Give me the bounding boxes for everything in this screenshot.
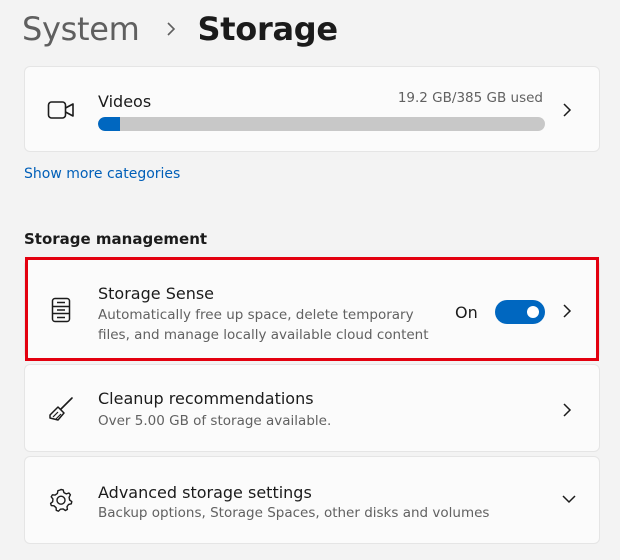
storage-sense-icon <box>47 296 75 324</box>
section-heading: Storage management <box>24 230 208 248</box>
chevron-right-icon <box>164 22 178 36</box>
cleanup-desc: Over 5.00 GB of storage available. <box>98 413 332 429</box>
storage-sense-title: Storage Sense <box>98 284 215 303</box>
storage-sense-toggle[interactable] <box>495 300 545 324</box>
videos-usage-fill <box>98 117 121 131</box>
breadcrumb-system[interactable]: System <box>22 10 140 48</box>
chevron-right-icon <box>559 102 575 118</box>
chevron-down-icon <box>561 491 577 507</box>
show-more-categories-link[interactable]: Show more categories <box>24 166 180 182</box>
page-title: Storage <box>197 10 339 48</box>
videos-usage-bar <box>98 117 545 131</box>
chevron-right-icon <box>559 303 575 319</box>
breadcrumb: System Storage <box>22 6 338 52</box>
video-camera-icon <box>47 96 75 124</box>
cleanup-recommendations-card[interactable]: Cleanup recommendations Over 5.00 GB of … <box>24 364 600 452</box>
videos-card[interactable]: Videos 19.2 GB/385 GB used <box>24 66 600 152</box>
videos-title: Videos <box>98 92 152 111</box>
storage-sense-desc-line2: files, and manage locally available clou… <box>98 327 429 343</box>
cleanup-title: Cleanup recommendations <box>98 389 314 408</box>
chevron-right-icon <box>559 402 575 418</box>
storage-sense-card[interactable]: Storage Sense Automatically free up spac… <box>24 259 600 359</box>
storage-sense-desc-line1: Automatically free up space, delete temp… <box>98 307 414 323</box>
advanced-title: Advanced storage settings <box>98 483 312 502</box>
storage-sense-toggle-label: On <box>455 303 478 322</box>
gear-icon <box>47 486 75 514</box>
toggle-knob <box>527 306 539 318</box>
broom-icon <box>47 395 75 423</box>
videos-usage: 19.2 GB/385 GB used <box>397 90 543 106</box>
advanced-storage-settings-card[interactable]: Advanced storage settings Backup options… <box>24 456 600 544</box>
advanced-desc: Backup options, Storage Spaces, other di… <box>98 505 490 521</box>
